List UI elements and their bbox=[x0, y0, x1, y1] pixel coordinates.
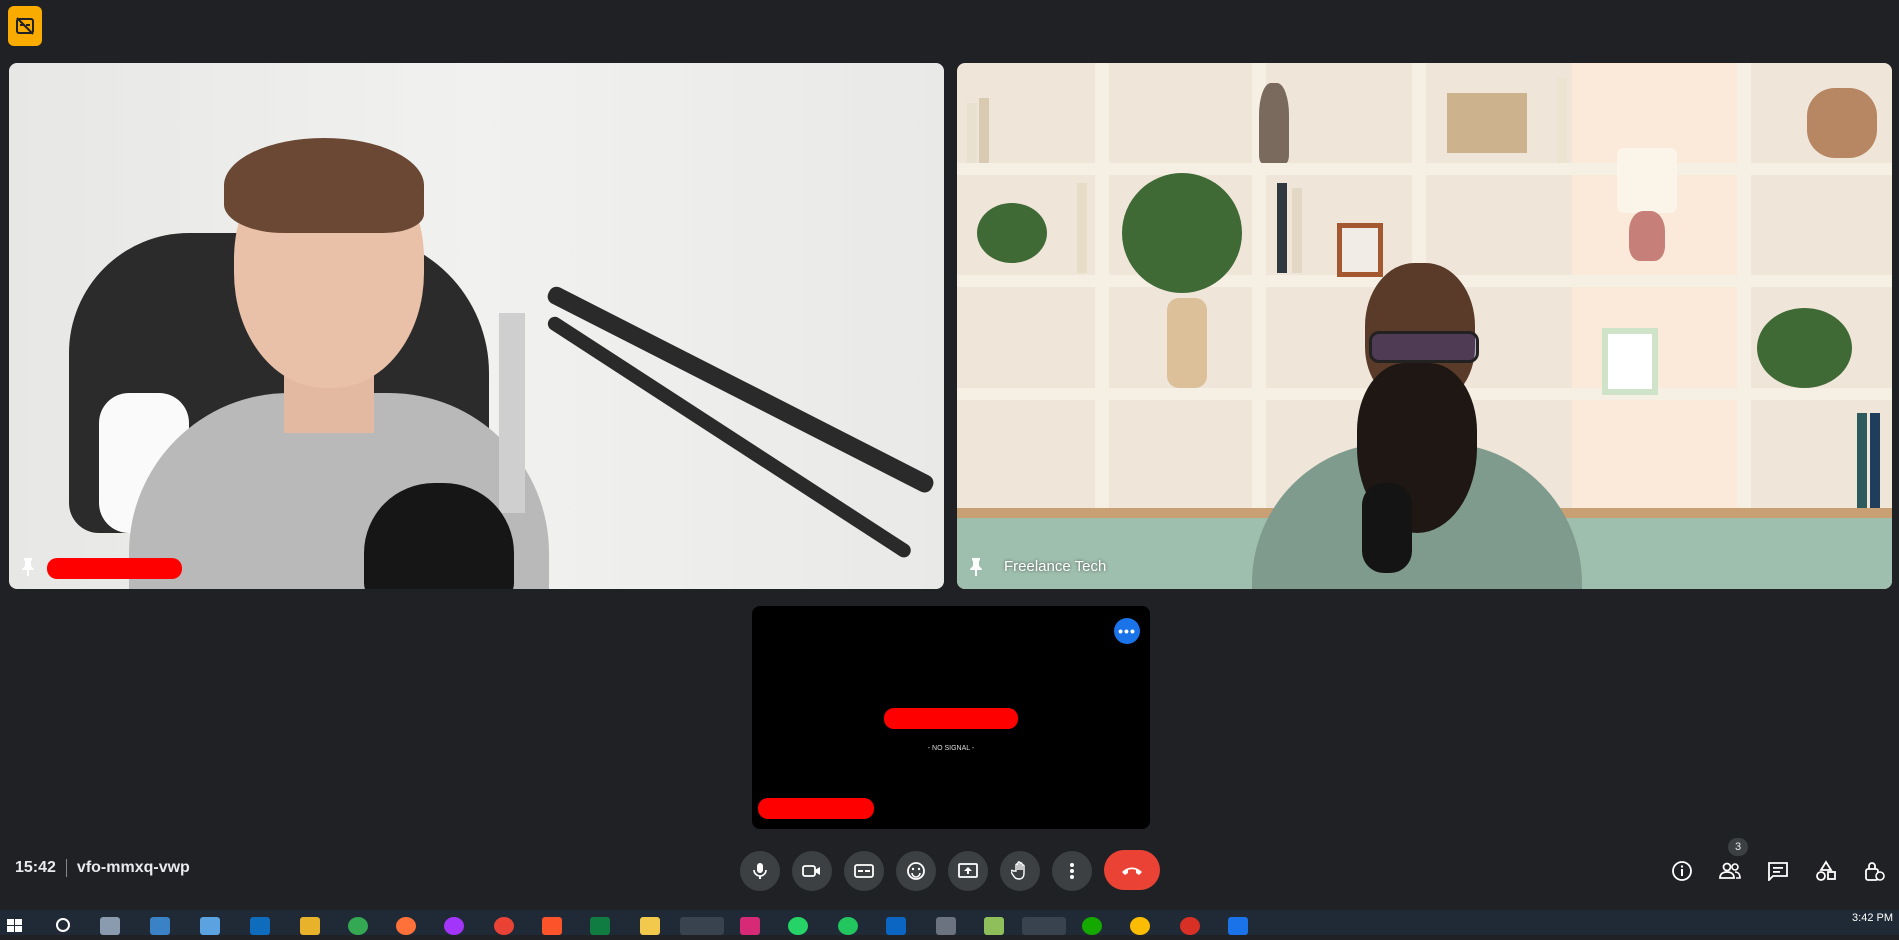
redacted-name bbox=[47, 558, 182, 579]
meeting-code: vfo-mmxq-vwp bbox=[76, 859, 190, 876]
app-icon[interactable] bbox=[1180, 917, 1200, 935]
app-icon[interactable] bbox=[936, 917, 956, 935]
host-controls-icon bbox=[1865, 862, 1885, 881]
chat-icon bbox=[1768, 862, 1788, 881]
people-button[interactable] bbox=[1716, 857, 1744, 885]
chrome-icon[interactable] bbox=[1130, 917, 1150, 935]
upwork-icon[interactable] bbox=[1082, 917, 1102, 935]
people-count-badge: 3 bbox=[1728, 838, 1748, 856]
more-options-button[interactable] bbox=[1052, 851, 1092, 891]
search-icon[interactable] bbox=[55, 917, 75, 935]
linkedin-icon[interactable] bbox=[886, 917, 906, 935]
meeting-info: 15:42 vfo-mmxq-vwp bbox=[15, 859, 190, 877]
emoji-button[interactable] bbox=[896, 851, 936, 891]
excel-icon[interactable] bbox=[590, 917, 610, 935]
no-signal-text: - NO SIGNAL - bbox=[927, 745, 975, 752]
end-call-icon bbox=[1122, 867, 1142, 875]
participant-tile-1[interactable] bbox=[9, 63, 944, 589]
chrome-icon[interactable] bbox=[348, 917, 368, 935]
start-icon[interactable] bbox=[6, 917, 26, 935]
brave-icon[interactable] bbox=[542, 917, 562, 935]
raise-hand-icon bbox=[1011, 861, 1025, 880]
captions-icon bbox=[854, 864, 874, 878]
more-options-icon bbox=[1070, 863, 1074, 879]
meeting-details-button[interactable] bbox=[1668, 857, 1696, 885]
mic-button[interactable] bbox=[740, 851, 780, 891]
more-options-icon[interactable]: ••• bbox=[1114, 618, 1140, 644]
app-icon[interactable] bbox=[640, 917, 660, 935]
end-call-button[interactable] bbox=[1104, 850, 1160, 890]
app-icon[interactable] bbox=[1228, 917, 1248, 935]
raise-hand-button[interactable] bbox=[1000, 851, 1040, 891]
emoji-icon bbox=[907, 862, 925, 880]
present-button[interactable] bbox=[948, 851, 988, 891]
taskbar-clock[interactable]: 3:42 PM bbox=[1852, 912, 1893, 925]
messenger-icon[interactable] bbox=[444, 917, 464, 935]
redacted-title bbox=[884, 708, 1018, 729]
app-icon[interactable] bbox=[838, 917, 858, 935]
app-icon[interactable] bbox=[150, 917, 170, 935]
microphone-image bbox=[1362, 483, 1412, 573]
active-app-icon[interactable] bbox=[680, 917, 724, 935]
store-icon[interactable] bbox=[200, 917, 220, 935]
people-icon bbox=[1719, 862, 1741, 879]
info-icon bbox=[1672, 861, 1692, 881]
participant-tile-3[interactable]: ••• - NO SIGNAL - bbox=[752, 606, 1150, 829]
camera-button[interactable] bbox=[792, 851, 832, 891]
present-icon bbox=[958, 863, 978, 878]
chat-button[interactable] bbox=[1764, 857, 1792, 885]
host-controls-button[interactable] bbox=[1860, 857, 1888, 885]
instagram-icon[interactable] bbox=[740, 917, 760, 935]
activities-icon bbox=[1816, 860, 1836, 881]
outlook-icon[interactable] bbox=[250, 917, 270, 935]
task-view-icon[interactable] bbox=[100, 917, 120, 935]
whatsapp-icon[interactable] bbox=[788, 917, 808, 935]
no-captions-icon bbox=[16, 17, 34, 35]
divider bbox=[65, 859, 67, 877]
pin-icon[interactable] bbox=[967, 557, 985, 577]
participant-tile-freelance-tech[interactable]: Freelance Tech bbox=[957, 63, 1892, 589]
captions-button[interactable] bbox=[844, 851, 884, 891]
file-explorer-icon[interactable] bbox=[300, 917, 320, 935]
camera-icon bbox=[802, 865, 820, 877]
activities-button[interactable] bbox=[1812, 857, 1840, 885]
firefox-icon[interactable] bbox=[396, 917, 416, 935]
active-chrome-icon[interactable] bbox=[1022, 917, 1066, 935]
mic-icon bbox=[753, 863, 767, 879]
meeting-time: 15:42 bbox=[15, 859, 56, 876]
captions-off-badge[interactable] bbox=[8, 6, 42, 46]
app-icon[interactable] bbox=[984, 917, 1004, 935]
pin-icon[interactable] bbox=[19, 557, 37, 577]
participant-name: Freelance Tech bbox=[1004, 558, 1107, 575]
redacted-name bbox=[758, 798, 874, 819]
chrome-icon[interactable] bbox=[494, 917, 514, 935]
